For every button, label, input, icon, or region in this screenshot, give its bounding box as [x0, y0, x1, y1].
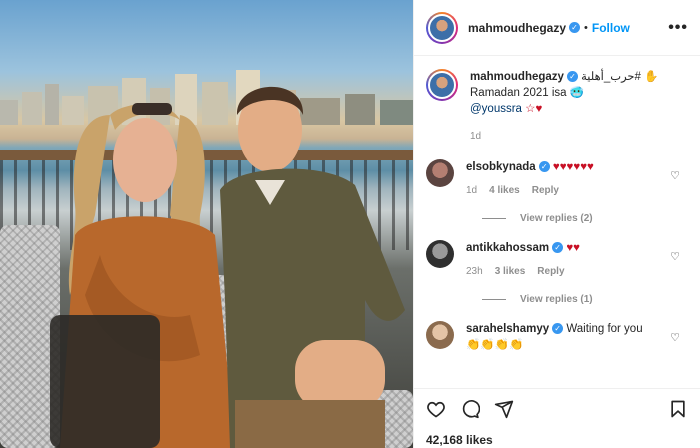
- comment-text-emoji: 👏👏👏👏: [466, 339, 524, 351]
- caption-mention[interactable]: @youssra: [470, 103, 522, 115]
- more-options-icon[interactable]: •••: [668, 19, 688, 37]
- comment-likes[interactable]: 3 likes: [495, 264, 526, 280]
- commenter-avatar[interactable]: [426, 321, 454, 349]
- view-replies-label: View replies (1): [520, 294, 593, 305]
- view-replies-label: View replies (2): [520, 213, 593, 224]
- comment-item: elsobkynada ✓ ♥♥♥♥♥♥ 1d 4 likes Reply ♡: [426, 159, 688, 199]
- separator-dot: •: [584, 21, 588, 34]
- view-replies-button[interactable]: View replies (2): [482, 213, 688, 224]
- caption-text-line2: Ramadan 2021 isa 🥶: [470, 87, 585, 99]
- share-icon[interactable]: [494, 399, 514, 419]
- heart-icon[interactable]: ♡: [670, 331, 680, 344]
- post-photo[interactable]: [0, 0, 413, 448]
- comment-text: ♥♥♥♥♥♥: [552, 161, 594, 173]
- heart-icon[interactable]: ♡: [670, 169, 680, 182]
- caption: mahmoudhegazy ✓ حرب_أهلية# ✋ Ramadan 2021…: [426, 69, 688, 145]
- comment-likes[interactable]: 4 likes: [489, 183, 520, 199]
- like-icon[interactable]: [426, 399, 446, 419]
- view-replies-button[interactable]: View replies (1): [482, 294, 688, 305]
- caption-text-end: ☆♥: [521, 103, 543, 115]
- post-header: mahmoudhegazy ✓ • Follow •••: [414, 0, 700, 56]
- verified-icon: ✓: [566, 71, 578, 82]
- comments-list[interactable]: mahmoudhegazy ✓ حرب_أهلية# ✋ Ramadan 2021…: [414, 57, 700, 387]
- verified-icon: ✓: [552, 242, 564, 253]
- follow-button[interactable]: Follow: [592, 21, 630, 35]
- comment-time[interactable]: 23h: [466, 264, 483, 280]
- comment-username[interactable]: elsobkynada: [466, 161, 536, 173]
- author-avatar[interactable]: [426, 11, 458, 44]
- heart-icon[interactable]: ♡: [670, 250, 680, 263]
- commenter-avatar[interactable]: [426, 159, 454, 187]
- comment-time[interactable]: 1d: [466, 183, 477, 199]
- post-side-panel: mahmoudhegazy ✓ • Follow ••• mahmoudhega…: [413, 0, 700, 448]
- comment-username[interactable]: antikkahossam: [466, 242, 549, 254]
- caption-avatar[interactable]: [426, 69, 458, 101]
- reply-button[interactable]: Reply: [532, 183, 559, 199]
- caption-username[interactable]: mahmoudhegazy: [470, 71, 564, 83]
- action-bar: 42,168 likes: [414, 388, 700, 447]
- likes-count[interactable]: 42,168 likes: [426, 433, 688, 447]
- comment-item: antikkahossam ✓ ♥♥ 23h 3 likes Reply ♡: [426, 240, 688, 280]
- comment-username[interactable]: sarahelshamyy: [466, 323, 549, 335]
- caption-time[interactable]: 1d: [470, 129, 481, 145]
- caption-text-line1: حرب_أهلية# ✋: [581, 71, 659, 83]
- replies-line: [482, 299, 506, 300]
- author-username[interactable]: mahmoudhegazy: [468, 21, 566, 35]
- commenter-avatar[interactable]: [426, 240, 454, 268]
- comment-text: Waiting for you: [566, 323, 643, 335]
- comment-item: sarahelshamyy ✓ Waiting for you 👏👏👏👏 ♡: [426, 321, 688, 353]
- comment-text: ♥♥: [566, 242, 580, 254]
- verified-icon: ✓: [569, 22, 581, 33]
- verified-icon: ✓: [552, 323, 564, 334]
- verified-icon: ✓: [538, 161, 550, 172]
- reply-button[interactable]: Reply: [537, 264, 564, 280]
- comment-icon[interactable]: [460, 399, 480, 419]
- replies-line: [482, 218, 506, 219]
- save-icon[interactable]: [668, 399, 688, 419]
- person-man: [220, 86, 405, 448]
